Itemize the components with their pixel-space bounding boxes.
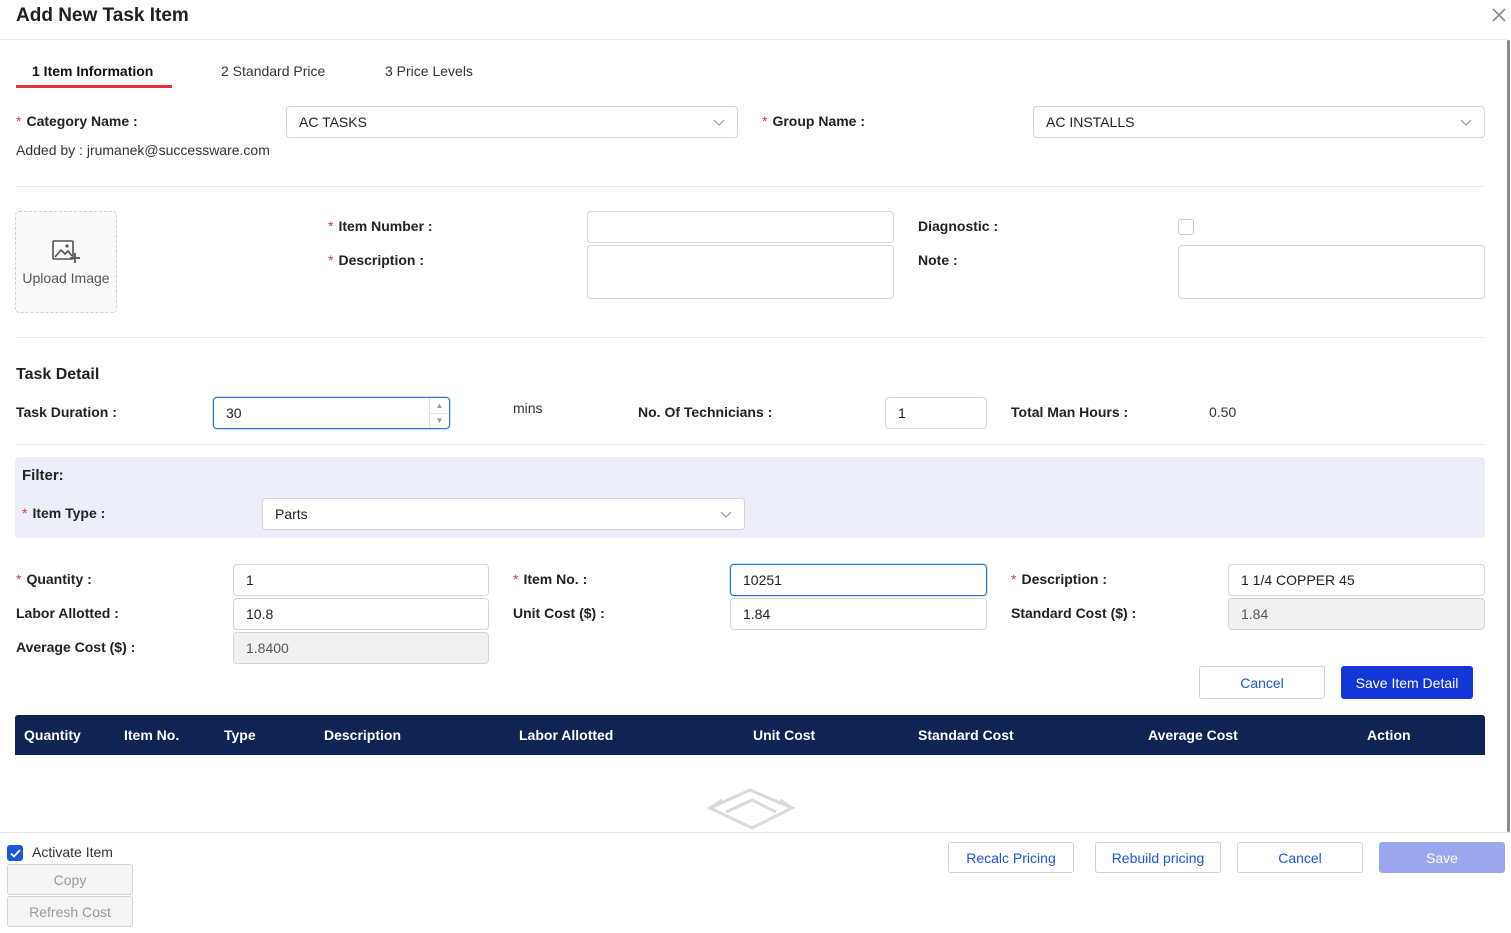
average-cost-input: 1.8400 (233, 632, 489, 664)
image-add-icon (52, 240, 80, 263)
task-duration-input[interactable]: 30 ▲ ▼ (213, 397, 450, 429)
standard-cost-input: 1.84 (1228, 598, 1485, 630)
number-stepper[interactable]: ▲ ▼ (429, 398, 449, 428)
quantity-label: * Quantity : (16, 571, 92, 587)
added-by-text: Added by : jrumanek@successware.com (16, 142, 270, 158)
filter-heading: Filter: (22, 467, 64, 484)
column-header: Labor Allotted (519, 727, 614, 743)
duration-unit: mins (513, 400, 543, 416)
technicians-input[interactable]: 1 (885, 397, 987, 429)
item-no-input[interactable]: 10251 (730, 564, 987, 596)
tab-item-information[interactable]: 1 Item Information (32, 63, 153, 79)
tab-standard-price[interactable]: 2 Standard Price (221, 63, 325, 79)
labor-allotted-label: Labor Allotted : (16, 605, 119, 621)
section-divider (15, 337, 1485, 338)
dialog-title: Add New Task Item (16, 5, 189, 26)
column-header: Quantity (24, 727, 81, 743)
man-hours-label: Total Man Hours : (1011, 404, 1129, 420)
item-number-label: * Item Number : (328, 218, 433, 234)
section-divider (15, 444, 1485, 445)
quantity-input[interactable]: 1 (233, 564, 489, 596)
column-header: Average Cost (1148, 727, 1238, 743)
cancel-item-button[interactable]: Cancel (1199, 666, 1325, 699)
task-duration-label: Task Duration : (16, 404, 117, 420)
column-header: Type (224, 727, 256, 743)
upload-image-button[interactable]: Upload Image (15, 211, 117, 313)
item-type-value: Parts (275, 506, 308, 522)
description-textarea[interactable] (587, 245, 894, 299)
task-detail-heading: Task Detail (16, 366, 100, 383)
task-duration-value: 30 (226, 405, 242, 421)
close-icon[interactable] (1490, 6, 1508, 24)
column-header: Unit Cost (753, 727, 816, 743)
stepper-up-icon[interactable]: ▲ (430, 398, 449, 413)
items-table-header: Quantity Item No. Type Description Labor… (15, 715, 1485, 755)
note-textarea[interactable] (1178, 245, 1485, 299)
labor-allotted-input[interactable]: 10.8 (233, 598, 489, 630)
save-item-detail-button[interactable]: Save Item Detail (1341, 666, 1473, 699)
standard-cost-label: Standard Cost ($) : (1011, 605, 1137, 621)
item-description-input[interactable]: 1 1/4 COPPER 45 (1228, 564, 1485, 596)
item-type-label: * Item Type : (22, 505, 106, 521)
diagnostic-checkbox[interactable] (1178, 219, 1194, 235)
filter-panel (15, 457, 1485, 538)
description-label: * Description : (328, 252, 425, 268)
group-name-select[interactable]: AC INSTALLS (1033, 106, 1485, 138)
column-header: Action (1367, 727, 1411, 743)
section-divider (15, 186, 1485, 187)
category-name-value: AC TASKS (299, 114, 367, 130)
scrollbar[interactable] (1507, 40, 1510, 832)
technicians-label: No. Of Technicians : (638, 404, 773, 420)
average-cost-label: Average Cost ($) : (16, 639, 136, 655)
unit-cost-label: Unit Cost ($) : (513, 605, 605, 621)
active-tab-indicator (16, 85, 172, 88)
man-hours-value: 0.50 (1209, 404, 1237, 420)
chevron-down-icon (720, 511, 732, 518)
stepper-down-icon[interactable]: ▼ (430, 412, 449, 429)
recalc-pricing-button[interactable]: Recalc Pricing (948, 842, 1074, 873)
activate-item-checkbox[interactable] (7, 845, 23, 861)
diagnostic-label: Diagnostic : (918, 218, 999, 234)
unit-cost-input[interactable]: 1.84 (730, 598, 987, 630)
item-number-input[interactable] (587, 211, 894, 243)
chevron-down-icon (713, 119, 725, 126)
chevron-down-icon (1460, 119, 1472, 126)
column-header: Item No. (124, 727, 180, 743)
header-divider (0, 39, 1507, 40)
refresh-cost-button[interactable]: Refresh Cost (7, 896, 133, 927)
cancel-button[interactable]: Cancel (1237, 842, 1363, 873)
group-name-label: * Group Name : (762, 113, 866, 129)
column-header: Standard Cost (918, 727, 1014, 743)
rebuild-pricing-button[interactable]: Rebuild pricing (1095, 842, 1221, 873)
save-button[interactable]: Save (1379, 842, 1505, 873)
upload-image-label: Upload Image (22, 270, 110, 286)
item-description-label: * Description : (1011, 571, 1108, 587)
empty-box-icon (706, 788, 796, 830)
item-type-select[interactable]: Parts (262, 498, 745, 530)
group-name-value: AC INSTALLS (1046, 114, 1135, 130)
footer-divider (0, 832, 1511, 833)
activate-item-label: Activate Item (32, 844, 113, 860)
copy-button[interactable]: Copy (7, 864, 133, 895)
item-no-label: * Item No. : (513, 571, 588, 587)
category-name-select[interactable]: AC TASKS (286, 106, 738, 138)
column-header: Description (324, 727, 402, 743)
note-label: Note : (918, 252, 958, 268)
category-name-label: * Category Name : (16, 113, 138, 129)
check-icon (9, 848, 21, 858)
tab-price-levels[interactable]: 3 Price Levels (385, 63, 473, 79)
